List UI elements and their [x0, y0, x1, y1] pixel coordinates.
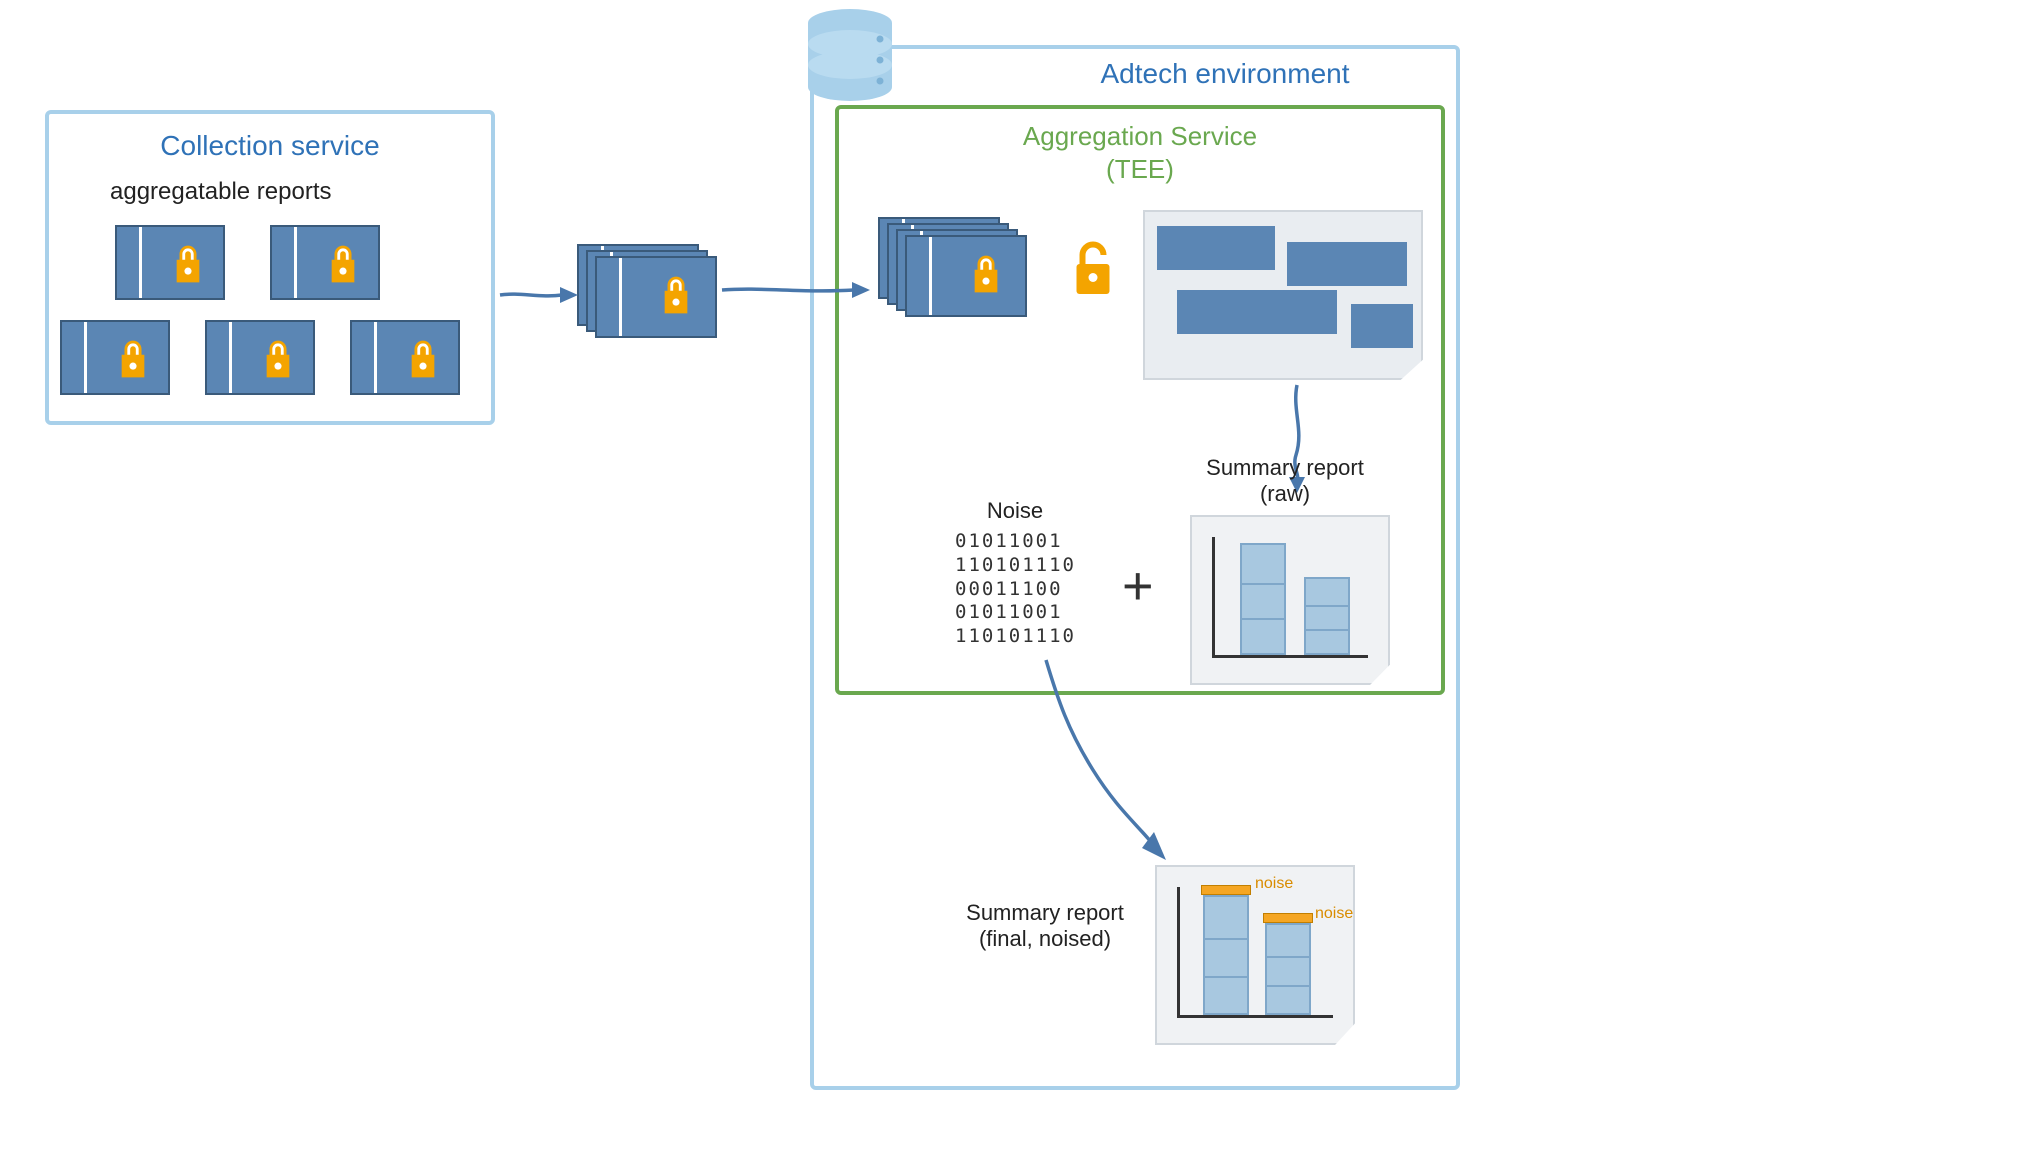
summary-final-label: Summary report (final, noised) — [940, 900, 1150, 952]
lock-icon — [261, 336, 295, 382]
aggregation-title: Aggregation Service (TEE) — [835, 120, 1445, 185]
architecture-diagram: Adtech environment Collection service ag… — [0, 0, 2032, 1160]
summary-raw-label: Summary report (raw) — [1170, 455, 1400, 507]
plus-operator: + — [1122, 555, 1154, 617]
lock-icon — [326, 241, 360, 287]
aggregatable-reports-label: aggregatable reports — [110, 178, 331, 206]
locked-report-card — [115, 225, 225, 300]
noise-tag-2: noise — [1315, 905, 1353, 923]
batched-reports-stack — [595, 256, 717, 338]
database-icon — [800, 7, 900, 107]
lock-icon — [969, 251, 1003, 297]
collection-title: Collection service — [45, 130, 495, 162]
lock-icon — [171, 241, 205, 287]
locked-report-card — [60, 320, 170, 395]
summary-final-chart: noise noise — [1155, 865, 1355, 1045]
encrypted-reports-stack — [905, 235, 1027, 317]
summary-raw-label-line2: (raw) — [1260, 481, 1310, 506]
decrypted-records-sheet — [1143, 210, 1423, 380]
noise-tag-1: noise — [1255, 875, 1293, 893]
lock-icon — [659, 272, 693, 318]
unlock-icon — [1070, 240, 1116, 300]
summary-raw-chart — [1190, 515, 1390, 685]
lock-icon — [406, 336, 440, 382]
lock-icon — [116, 336, 150, 382]
noise-binary-block: 01011001 110101110 00011100 01011001 110… — [955, 530, 1076, 649]
locked-report-card — [350, 320, 460, 395]
locked-report-card — [205, 320, 315, 395]
locked-report-card — [270, 225, 380, 300]
aggregation-title-line1: Aggregation Service — [1023, 121, 1257, 151]
adtech-title: Adtech environment — [1000, 58, 1450, 90]
summary-raw-label-line1: Summary report — [1206, 455, 1364, 480]
arrow-batch-to-aggregation — [722, 275, 872, 305]
arrow-noise-to-final — [1038, 660, 1178, 870]
summary-final-label-line1: Summary report — [966, 900, 1124, 925]
arrow-collection-to-batch — [500, 280, 580, 310]
summary-final-label-line2: (final, noised) — [979, 926, 1111, 951]
aggregation-title-line2: (TEE) — [1106, 154, 1174, 184]
noise-label: Noise — [955, 498, 1075, 524]
